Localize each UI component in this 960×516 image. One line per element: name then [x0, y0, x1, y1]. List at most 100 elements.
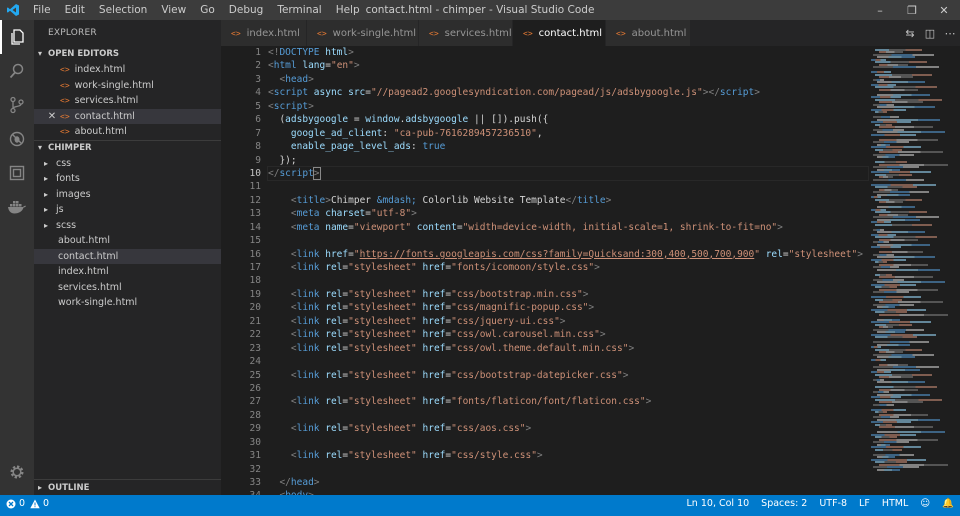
code-line[interactable]: [268, 463, 868, 476]
code-line[interactable]: });: [268, 154, 868, 167]
code-line[interactable]: enable_page_level_ads: true: [268, 140, 868, 153]
open-editor-item[interactable]: <> services.html: [34, 93, 221, 109]
code-line[interactable]: <link href="https://fonts.googleapis.com…: [268, 248, 868, 261]
code-line[interactable]: <!DOCTYPE html>: [268, 46, 868, 59]
file-item[interactable]: about.html: [34, 233, 221, 249]
code-token: script: [719, 87, 755, 99]
open-editor-item[interactable]: ✕ <> contact.html: [34, 108, 221, 125]
code-line[interactable]: </script>: [267, 165, 869, 182]
open-editors-header[interactable]: ▾ OPEN EDITORS: [34, 46, 221, 62]
warning-icon[interactable]: [30, 499, 40, 509]
menu-item-view[interactable]: View: [154, 0, 193, 20]
editor-tab[interactable]: <> work-single.html: [307, 20, 419, 46]
open-changes-icon[interactable]: ⇆: [900, 27, 920, 40]
menu-item-help[interactable]: Help: [329, 0, 367, 20]
code-line[interactable]: (adsbygoogle = window.adsbygoogle || [])…: [268, 113, 868, 126]
close-icon[interactable]: ✕: [928, 0, 960, 20]
menu-item-go[interactable]: Go: [193, 0, 222, 20]
code-line[interactable]: <script async src="//pagead2.googlesyndi…: [268, 86, 868, 99]
source-control-icon[interactable]: [0, 88, 34, 122]
code-line[interactable]: <link rel="stylesheet" href="fonts/flati…: [268, 395, 868, 408]
code-line[interactable]: [268, 409, 868, 422]
open-editor-item[interactable]: <> work-single.html: [34, 78, 221, 94]
code-line[interactable]: <script>: [268, 100, 868, 113]
menu-item-file[interactable]: File: [26, 0, 58, 20]
file-label: about.html: [58, 235, 111, 246]
code-line[interactable]: [268, 234, 868, 247]
folder-item[interactable]: ▸ js: [34, 202, 221, 218]
code-line[interactable]: <link rel="stylesheet" href="css/aos.css…: [268, 422, 868, 435]
errors-icon[interactable]: [6, 499, 16, 509]
code-line[interactable]: <link rel="stylesheet" href="css/jquery-…: [268, 315, 868, 328]
file-item[interactable]: index.html: [34, 264, 221, 280]
minimize-icon[interactable]: –: [864, 0, 896, 20]
code-line[interactable]: google_ad_client: "ca-pub-76162894572365…: [268, 127, 868, 140]
restore-icon[interactable]: ❐: [896, 0, 928, 20]
folder-item[interactable]: ▸ scss: [34, 218, 221, 234]
split-editor-icon[interactable]: ◫: [920, 27, 940, 40]
tab-label: about.html: [631, 27, 687, 39]
open-editor-item[interactable]: <> about.html: [34, 124, 221, 140]
menu-item-terminal[interactable]: Terminal: [270, 0, 328, 20]
language-mode[interactable]: HTML: [876, 498, 914, 509]
html-file-icon: <>: [429, 28, 439, 38]
feedback-smiley-icon[interactable]: ☺: [914, 498, 936, 509]
folder-item[interactable]: ▸ fonts: [34, 171, 221, 187]
code-line[interactable]: <link rel="stylesheet" href="css/bootstr…: [268, 288, 868, 301]
notifications-bell-icon[interactable]: 🔔: [936, 498, 960, 509]
code-editor[interactable]: 1 2 3 4 5 6 7 8 9 10 11 12 13 14 15 16 17 18 19 20 21 22 23 24 2…: [221, 46, 871, 495]
open-editor-label: about.html: [74, 126, 127, 137]
indentation[interactable]: Spaces: 2: [755, 498, 813, 509]
code-line[interactable]: <title>Chimper &mdash; Colorlib Website …: [268, 194, 868, 207]
menu-item-edit[interactable]: Edit: [58, 0, 92, 20]
open-editor-item[interactable]: <> index.html: [34, 62, 221, 78]
warning-count[interactable]: 0: [43, 498, 49, 509]
minimap[interactable]: [871, 46, 960, 495]
error-count[interactable]: 0: [19, 498, 25, 509]
explorer-icon[interactable]: [0, 20, 34, 54]
code-line[interactable]: <link rel="stylesheet" href="css/owl.car…: [268, 328, 868, 341]
end-of-line[interactable]: LF: [853, 498, 876, 509]
code-line[interactable]: <link rel="stylesheet" href="css/magnifi…: [268, 301, 868, 314]
code-line[interactable]: <link rel="stylesheet" href="css/style.c…: [268, 449, 868, 462]
code-line[interactable]: [268, 355, 868, 368]
code-lines[interactable]: <!DOCTYPE html> <html lang="en"> <head> <s…: [267, 46, 869, 495]
outline-header[interactable]: ▸ OUTLINE: [34, 479, 221, 495]
file-item[interactable]: contact.html: [34, 248, 221, 264]
code-line[interactable]: [268, 382, 868, 395]
code-line[interactable]: [268, 274, 868, 287]
code-token: "stylesheet": [348, 396, 417, 408]
cursor-position[interactable]: Ln 10, Col 10: [681, 498, 756, 509]
editor-tab[interactable]: <> about.html: [606, 20, 691, 46]
docker-icon[interactable]: [0, 190, 34, 224]
editor-tab[interactable]: <>contact.html✕: [513, 20, 618, 46]
code-line[interactable]: <html lang="en">: [268, 59, 868, 72]
editor-tab[interactable]: <> index.html: [221, 20, 307, 46]
search-icon[interactable]: [0, 54, 34, 88]
close-icon[interactable]: ✕: [46, 109, 58, 125]
code-line[interactable]: <link rel="stylesheet" href="fonts/icomo…: [268, 261, 868, 274]
chevron-right-icon: ▸: [44, 158, 49, 168]
project-header[interactable]: ▾ CHIMPER: [34, 139, 221, 156]
code-token: rel: [319, 302, 343, 314]
menu-item-debug[interactable]: Debug: [222, 0, 271, 20]
folder-item[interactable]: ▸ images: [34, 187, 221, 203]
code-line[interactable]: <meta name="viewport" content="width=dev…: [268, 221, 868, 234]
encoding[interactable]: UTF-8: [813, 498, 853, 509]
code-line[interactable]: <link rel="stylesheet" href="css/owl.the…: [268, 342, 868, 355]
editor-tab[interactable]: <> services.html: [419, 20, 513, 46]
code-line[interactable]: <meta charset="utf-8">: [268, 207, 868, 220]
code-line[interactable]: [268, 180, 868, 193]
settings-gear-icon[interactable]: [0, 455, 34, 489]
menu-item-selection[interactable]: Selection: [92, 0, 154, 20]
debug-icon[interactable]: [0, 122, 34, 156]
code-line[interactable]: </head>: [268, 476, 868, 489]
code-line[interactable]: [268, 436, 868, 449]
code-line[interactable]: <link rel="stylesheet" href="css/bootstr…: [268, 369, 868, 382]
file-item[interactable]: services.html: [34, 280, 221, 296]
folder-item[interactable]: ▸ css: [34, 156, 221, 172]
file-item[interactable]: work-single.html: [34, 295, 221, 311]
code-line[interactable]: <head>: [268, 73, 868, 86]
more-actions-icon[interactable]: ⋯: [940, 27, 960, 40]
extensions-icon[interactable]: [0, 156, 34, 190]
